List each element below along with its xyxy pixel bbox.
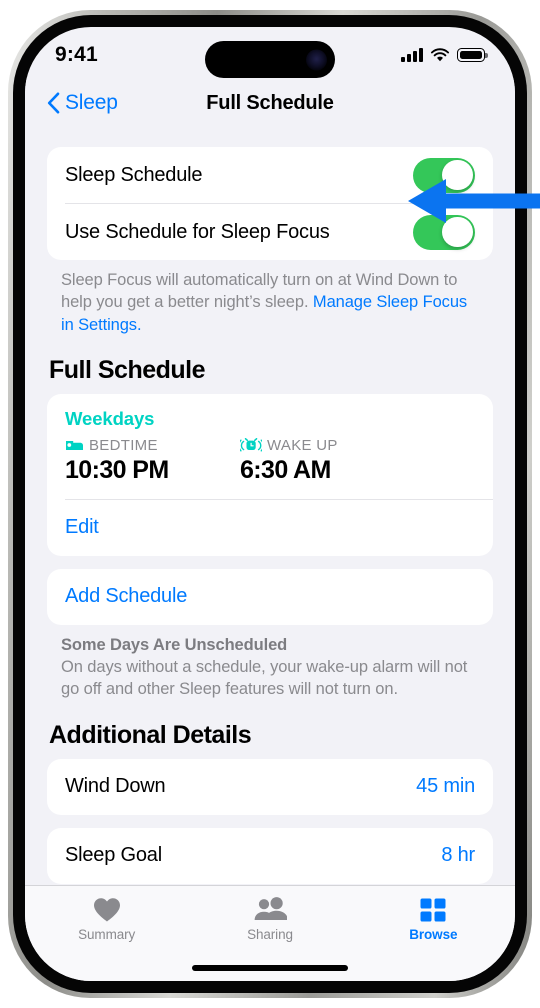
wakeup-label: WAKE UP	[267, 436, 338, 454]
back-button[interactable]: Sleep	[47, 91, 118, 115]
unscheduled-note-title: Some Days Are Unscheduled	[61, 635, 288, 654]
wind-down-label: Wind Down	[65, 775, 166, 798]
use-schedule-focus-label: Use Schedule for Sleep Focus	[65, 220, 330, 243]
add-schedule-card: Add Schedule	[47, 568, 493, 625]
navigation-bar: Sleep Full Schedule	[25, 77, 515, 129]
row-edit-schedule[interactable]: Edit	[47, 500, 493, 556]
row-wind-down[interactable]: Wind Down 45 min	[47, 759, 493, 815]
tab-browse-label: Browse	[409, 927, 458, 942]
dynamic-island	[205, 41, 335, 78]
sleep-goal-card: Sleep Goal 8 hr	[47, 827, 493, 884]
row-sleep-goal[interactable]: Sleep Goal 8 hr	[47, 828, 493, 884]
wind-down-card: Wind Down 45 min	[47, 758, 493, 815]
wakeup-value: 6:30 AM	[240, 455, 331, 484]
tab-sharing[interactable]: Sharing	[188, 896, 351, 942]
sleep-focus-note: Sleep Focus will automatically turn on a…	[47, 260, 493, 336]
sleep-goal-value: 8 hr	[441, 844, 475, 867]
status-indicators	[401, 47, 488, 63]
alarm-clock-icon	[240, 437, 262, 452]
wakeup-header: WAKE UP	[240, 437, 415, 454]
scroll-content[interactable]: Sleep Schedule Use Schedule for Sleep Fo…	[25, 129, 515, 885]
tab-summary-label: Summary	[78, 927, 136, 942]
wifi-icon	[430, 47, 450, 61]
add-schedule-label: Add Schedule	[65, 585, 188, 608]
chevron-left-icon	[47, 92, 60, 114]
grid-icon	[420, 898, 446, 922]
bedtime-header: BEDTIME	[65, 437, 240, 454]
status-time: 9:41	[55, 43, 98, 66]
people-icon	[254, 897, 287, 920]
schedule-summary[interactable]: Weekdays BEDTIME 10:30 PM WAKE UP 6:30 A…	[47, 394, 493, 499]
home-indicator	[192, 965, 348, 971]
left-arrow-annotation	[408, 179, 540, 223]
back-button-label: Sleep	[65, 91, 118, 114]
tab-browse[interactable]: Browse	[352, 896, 515, 942]
schedule-card: Weekdays BEDTIME 10:30 PM WAKE UP 6:30 A…	[47, 393, 493, 556]
wind-down-value: 45 min	[416, 775, 475, 798]
additional-details-heading: Additional Details	[49, 720, 252, 749]
schedule-times: BEDTIME 10:30 PM WAKE UP 6:30 AM	[65, 437, 475, 485]
heart-icon	[93, 898, 120, 922]
bedtime-label: BEDTIME	[89, 436, 158, 454]
full-schedule-heading: Full Schedule	[49, 355, 206, 384]
row-add-schedule[interactable]: Add Schedule	[47, 569, 493, 625]
wakeup-block: WAKE UP 6:30 AM	[240, 437, 415, 485]
sleep-goal-label: Sleep Goal	[65, 844, 162, 867]
bedtime-block: BEDTIME 10:30 PM	[65, 437, 240, 485]
cellular-signal-icon	[401, 48, 423, 62]
phone-bezel: 9:41 Sleep Full Schedule Sleep Schedule …	[13, 15, 527, 993]
unscheduled-note: Some Days Are Unscheduled On days withou…	[47, 625, 493, 701]
bedtime-value: 10:30 PM	[65, 455, 169, 484]
schedule-days-label: Weekdays	[65, 407, 155, 429]
bed-icon	[66, 440, 83, 450]
front-camera-icon	[306, 49, 327, 70]
phone-frame: 9:41 Sleep Full Schedule Sleep Schedule …	[8, 10, 532, 998]
tab-sharing-label: Sharing	[247, 927, 293, 942]
battery-full-icon	[457, 48, 488, 62]
edit-schedule-label: Edit	[65, 516, 99, 539]
screen: 9:41 Sleep Full Schedule Sleep Schedule …	[25, 27, 515, 981]
tab-summary[interactable]: Summary	[25, 896, 188, 942]
sleep-schedule-label: Sleep Schedule	[65, 163, 203, 186]
unscheduled-note-text: On days without a schedule, your wake-up…	[61, 658, 468, 699]
